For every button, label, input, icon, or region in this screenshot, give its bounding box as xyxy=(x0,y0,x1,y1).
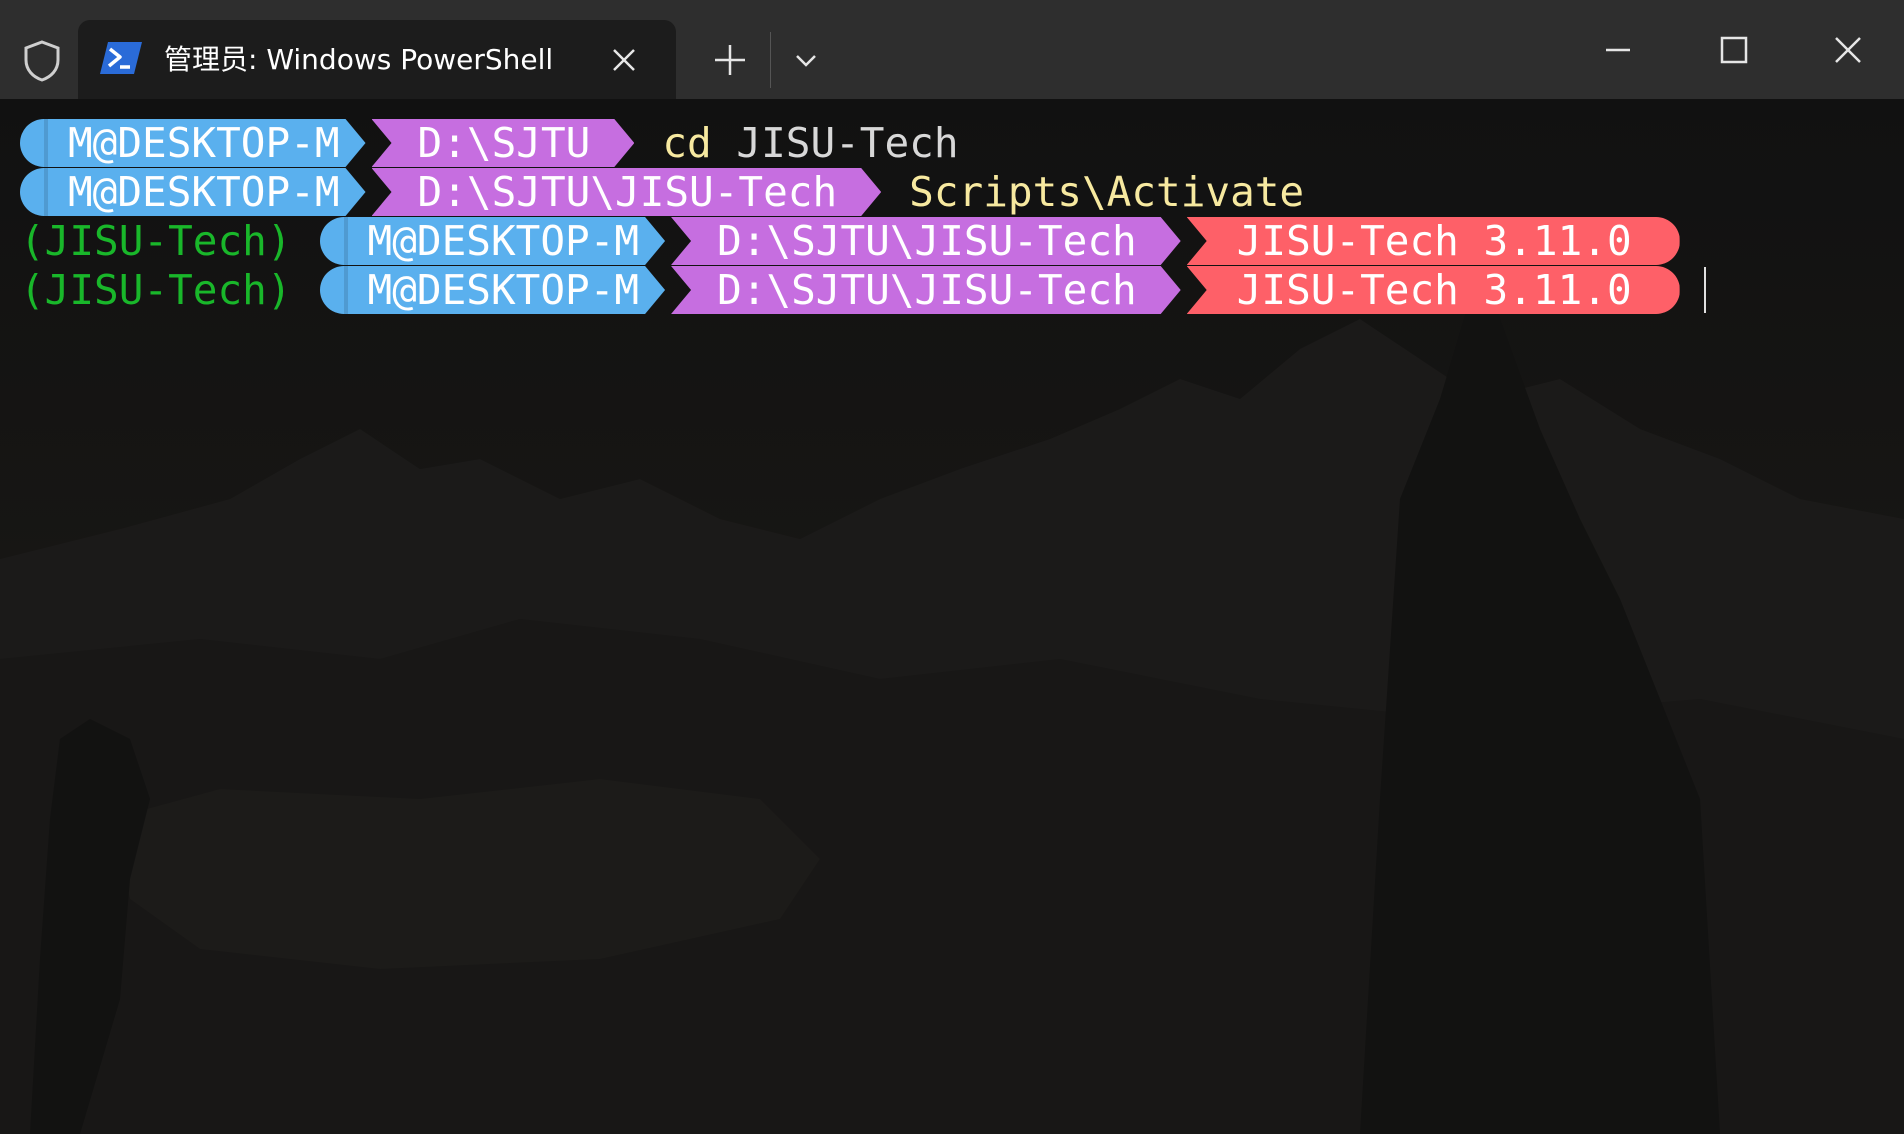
user-host-segment: M@DESKTOP-M xyxy=(20,168,366,216)
user-host-segment: M@DESKTOP-M xyxy=(20,119,366,167)
title-bar[interactable]: 管理员: Windows PowerShell xyxy=(0,0,1904,99)
command-keyword: cd xyxy=(662,119,712,167)
new-tab-button[interactable] xyxy=(710,40,750,80)
plus-icon xyxy=(715,45,745,75)
divider xyxy=(770,32,771,88)
minimize-icon xyxy=(1606,48,1630,52)
terminal-pane[interactable]: M@DESKTOP-M D:\SJTU cd JISU-Tech M@DESKT… xyxy=(0,99,1904,1134)
prompt-line: M@DESKTOP-M D:\SJTU\JISU-Tech Scripts\Ac… xyxy=(20,168,1304,216)
command-text: cd JISU-Tech xyxy=(662,119,958,167)
path-segment: D:\SJTU\JISU-Tech xyxy=(372,168,882,216)
shield-icon xyxy=(19,38,65,84)
path-segment: D:\SJTU xyxy=(372,119,635,167)
path-segment: D:\SJTU\JISU-Tech xyxy=(671,266,1181,314)
tab-dropdown-button[interactable] xyxy=(790,44,822,76)
prompt-line: M@DESKTOP-M D:\SJTU cd JISU-Tech xyxy=(20,119,959,167)
venv-indicator: (JISU-Tech) xyxy=(20,217,292,265)
tab-powershell[interactable]: 管理员: Windows PowerShell xyxy=(78,20,676,99)
close-window-button[interactable] xyxy=(1808,20,1888,80)
command-keyword: Scripts\Activate xyxy=(909,168,1305,216)
python-env-segment: JISU-Tech 3.11.0 xyxy=(1186,217,1680,265)
python-env-segment: JISU-Tech 3.11.0 xyxy=(1186,266,1680,314)
venv-indicator: (JISU-Tech) xyxy=(20,266,292,314)
maximize-button[interactable] xyxy=(1694,20,1774,80)
close-icon xyxy=(613,49,635,71)
powershell-icon xyxy=(100,40,142,76)
minimize-button[interactable] xyxy=(1578,20,1658,80)
path-segment: D:\SJTU\JISU-Tech xyxy=(671,217,1181,265)
tab-title: 管理员: Windows PowerShell xyxy=(164,43,554,76)
text-cursor[interactable] xyxy=(1703,267,1706,313)
command-text: Scripts\Activate xyxy=(909,168,1304,216)
command-argument: JISU-Tech xyxy=(736,119,959,167)
user-host-segment: M@DESKTOP-M xyxy=(320,266,666,314)
prompt-line[interactable]: (JISU-Tech) M@DESKTOP-M D:\SJTU\JISU-Tec… xyxy=(20,266,1706,314)
close-icon xyxy=(1835,37,1861,63)
prompt-line: (JISU-Tech) M@DESKTOP-M D:\SJTU\JISU-Tec… xyxy=(20,217,1680,265)
maximize-icon xyxy=(1720,36,1748,64)
chevron-down-icon xyxy=(796,55,816,67)
user-host-segment: M@DESKTOP-M xyxy=(320,217,666,265)
tab-close-button[interactable] xyxy=(608,44,640,76)
